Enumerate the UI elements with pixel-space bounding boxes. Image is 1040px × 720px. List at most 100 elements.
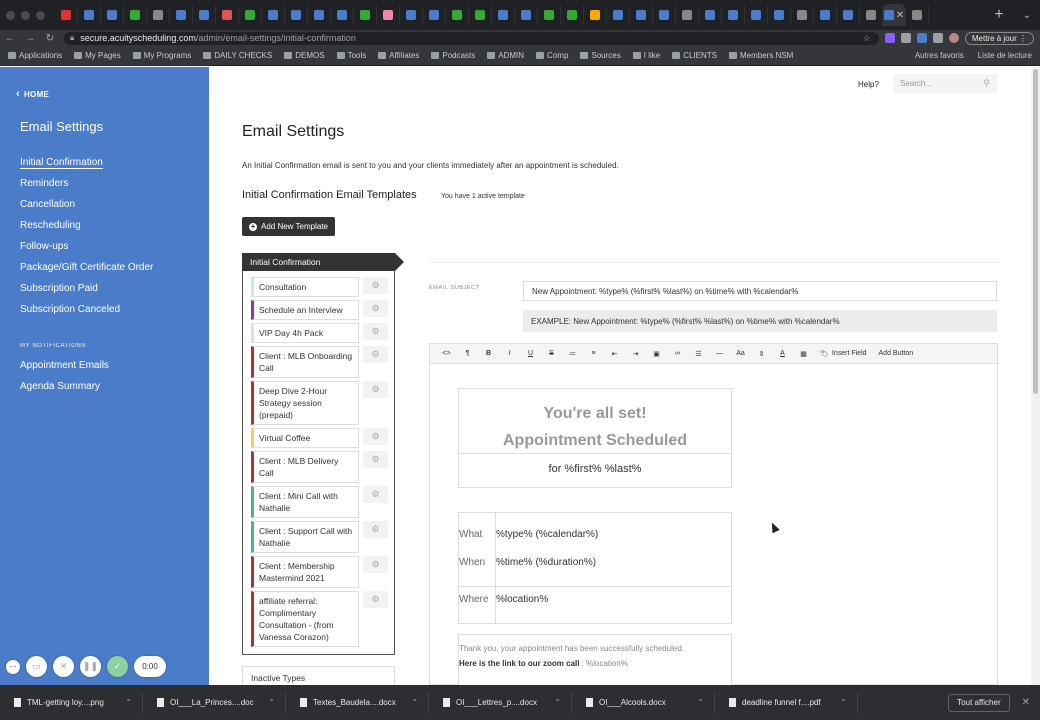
bookmark-item[interactable]: I like (632, 51, 660, 60)
bookmark-item[interactable]: Applications (8, 51, 62, 60)
browser-tab[interactable] (308, 4, 331, 26)
browser-tab[interactable] (193, 4, 216, 26)
chevron-up-icon[interactable]: ⌃ (840, 698, 847, 707)
strikethrough-icon[interactable]: S (541, 350, 562, 357)
browser-tab[interactable] (791, 4, 814, 26)
new-tab-button[interactable]: + (984, 6, 1014, 24)
maximize-window-button[interactable] (36, 10, 45, 20)
bookmark-item[interactable]: Members NSM (729, 51, 793, 60)
italic-icon[interactable]: I (499, 350, 520, 357)
browser-tab[interactable]: ✕ (883, 4, 906, 26)
bookmark-item[interactable]: My Programs (132, 51, 191, 60)
background-color-icon[interactable]: ▦ (793, 350, 814, 358)
indent-icon[interactable]: ⇥ (625, 350, 646, 358)
gear-icon[interactable]: ⚙ (363, 451, 388, 468)
browser-tab[interactable] (423, 4, 446, 26)
sidebar-item-subscription-canceled[interactable]: Subscription Canceled (20, 303, 189, 317)
template-item[interactable]: affiliate referral: Complimentary Consul… (251, 591, 359, 647)
download-item[interactable]: OI___Alcools.docx ⌃ (572, 692, 715, 713)
bookmark-item[interactable]: Affiliates (378, 51, 419, 60)
browser-tab[interactable] (216, 4, 239, 26)
template-item[interactable]: Consultation (251, 277, 359, 297)
pause-icon[interactable]: ❚❚ (80, 656, 101, 677)
font-size-icon[interactable]: Aa (730, 350, 751, 357)
close-window-button[interactable] (6, 10, 15, 20)
browser-tab[interactable] (745, 4, 768, 26)
search-input[interactable]: Search... ⚲ (893, 74, 997, 93)
gear-icon[interactable]: ⚙ (363, 346, 388, 363)
browser-tab[interactable] (768, 4, 791, 26)
chevron-up-icon[interactable]: ⌃ (411, 698, 418, 707)
line-height-icon[interactable]: ⇕ (751, 350, 772, 358)
chevron-up-icon[interactable]: ⌃ (125, 698, 132, 707)
show-all-downloads-button[interactable]: Tout afficher (948, 693, 1010, 712)
browser-tab[interactable] (55, 4, 78, 26)
gear-icon[interactable]: ⚙ (363, 486, 388, 503)
browser-tab[interactable] (561, 4, 584, 26)
url-bar[interactable]: 🔒︎ secure.acuityscheduling.com /admin/em… (64, 31, 879, 45)
gear-icon[interactable]: ⚙ (363, 428, 388, 445)
update-button[interactable]: Mettre à jour ⋮ (964, 31, 1034, 45)
gear-icon[interactable]: ⚙ (363, 300, 388, 317)
inactive-types[interactable]: Inactive Types (242, 666, 395, 685)
gear-icon[interactable]: ⚙ (363, 521, 388, 538)
download-item[interactable]: Textes_Baudela....docx ⌃ (286, 692, 429, 713)
forward-arrow-icon[interactable]: → (20, 33, 40, 44)
browser-tab[interactable] (699, 4, 722, 26)
sidebar-item-initial-confirmation[interactable]: Initial Confirmation (20, 156, 189, 170)
template-item[interactable]: Client : Membership Mastermind 2021 (251, 556, 359, 588)
font-color-icon[interactable]: A (772, 350, 793, 357)
bookmark-item[interactable]: DAILY CHECKS (203, 51, 272, 60)
browser-tab[interactable] (354, 4, 377, 26)
sidebar-item-follow-ups[interactable]: Follow-ups (20, 240, 189, 254)
download-item[interactable]: OI___La_Princes....doc ⌃ (143, 692, 286, 713)
browser-tab[interactable] (584, 4, 607, 26)
window-controls[interactable] (6, 10, 45, 20)
sidebar-item-cancellation[interactable]: Cancellation (20, 198, 189, 212)
browser-tab[interactable] (124, 4, 147, 26)
home-link[interactable]: ‹ HOME (16, 88, 189, 100)
gear-icon[interactable]: ⚙ (363, 591, 388, 608)
template-item[interactable]: Client : MLB Onboarding Call (251, 346, 359, 378)
bookmark-item[interactable]: Sources (580, 51, 621, 60)
browser-tab[interactable] (101, 4, 124, 26)
scrollbar-thumb[interactable] (1033, 69, 1038, 394)
minimize-window-button[interactable] (21, 10, 30, 20)
download-item[interactable]: OI___Lettres_p....docx ⌃ (429, 692, 572, 713)
chevron-up-icon[interactable]: ⌃ (268, 698, 275, 707)
browser-tab[interactable] (837, 4, 860, 26)
browser-tab[interactable] (377, 4, 400, 26)
extension-icon[interactable] (916, 33, 927, 43)
bookmark-item[interactable]: DEMOS (284, 51, 325, 60)
download-item[interactable]: TML-getting loy....png ⌃ (0, 692, 143, 713)
align-icon[interactable]: ☰ (688, 350, 709, 358)
browser-tab[interactable] (239, 4, 262, 26)
back-arrow-icon[interactable]: ← (0, 33, 20, 44)
paragraph-icon[interactable]: ¶ (457, 350, 478, 357)
gear-icon[interactable]: ⚙ (363, 277, 388, 294)
sidebar-item-agenda-summary[interactable]: Agenda Summary (20, 380, 189, 394)
sidebar-item-appointment-emails[interactable]: Appointment Emails (20, 359, 189, 373)
help-link[interactable]: Help? (858, 80, 879, 89)
bold-icon[interactable]: B (478, 350, 499, 357)
gear-icon[interactable]: ⚙ (363, 323, 388, 340)
template-item[interactable]: Client : Support Call with Nathalie (251, 521, 359, 553)
template-item[interactable]: Client : MLB Delivery Call (251, 451, 359, 483)
subject-input[interactable]: New Appointment: %type% (%first% %last%)… (523, 281, 997, 301)
browser-tab[interactable] (607, 4, 630, 26)
template-item[interactable]: Schedule an Interview (251, 300, 359, 320)
close-tab-icon[interactable]: ✕ (896, 10, 904, 21)
close-icon[interactable]: ✕ (1022, 697, 1030, 708)
reload-icon[interactable]: ↻ (40, 33, 60, 44)
puzzle-icon[interactable] (932, 33, 943, 43)
browser-tab[interactable] (722, 4, 745, 26)
cancel-recording-icon[interactable]: ✕ (53, 656, 74, 677)
chevron-up-icon[interactable]: ⌃ (554, 698, 561, 707)
browser-tab[interactable] (446, 4, 469, 26)
avatar[interactable] (948, 33, 959, 43)
browser-tab[interactable] (515, 4, 538, 26)
sidebar-item-subscription-paid[interactable]: Subscription Paid (20, 282, 189, 296)
browser-tab[interactable] (170, 4, 193, 26)
image-icon[interactable]: ▣ (646, 350, 667, 358)
browser-tab[interactable] (676, 4, 699, 26)
